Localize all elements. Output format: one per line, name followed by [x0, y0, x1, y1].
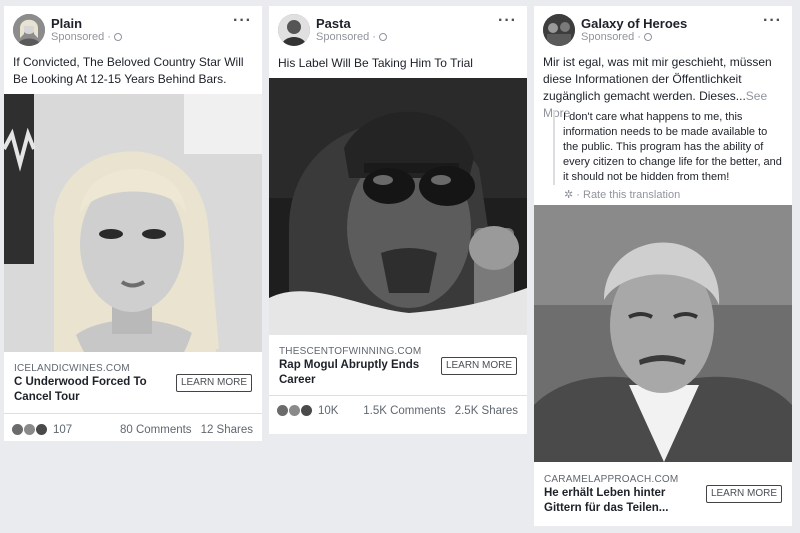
post-text: If Convicted, The Beloved Country Star W… — [13, 55, 244, 86]
divider — [269, 395, 527, 396]
globe-icon — [113, 33, 122, 41]
avatar[interactable] — [13, 14, 45, 46]
comments-count[interactable]: 1.5K Comments — [363, 405, 445, 417]
sad-reaction-icon — [301, 405, 312, 416]
reaction-summary[interactable]: 10K — [277, 405, 338, 417]
globe-icon — [643, 33, 652, 41]
more-options-icon[interactable]: ··· — [233, 13, 252, 29]
link-headline[interactable]: Rap Mogul Abruptly Ends Career — [279, 358, 429, 388]
ad-image[interactable] — [4, 94, 262, 352]
learn-more-button[interactable]: LEARN MORE — [441, 357, 517, 375]
avatar[interactable] — [278, 14, 310, 46]
post-header: Plain Sponsored · ··· — [4, 6, 262, 46]
page-name[interactable]: Galaxy of Heroes — [581, 16, 687, 31]
learn-more-button[interactable]: LEARN MORE — [176, 374, 252, 392]
more-options-icon[interactable]: ··· — [498, 13, 517, 29]
post-header: Pasta Sponsored · ··· — [269, 6, 527, 46]
gear-icon: ✲ — [564, 189, 574, 201]
post-header: Galaxy of Heroes Sponsored · ··· — [534, 6, 792, 46]
reaction-summary[interactable]: 107 — [12, 424, 72, 436]
wow-reaction-icon — [289, 405, 300, 416]
globe-icon — [378, 33, 387, 41]
like-reaction-icon — [277, 405, 288, 416]
ad-card-plain: Plain Sponsored · ··· If Convicted, The … — [4, 6, 262, 441]
wow-reaction-icon — [24, 424, 35, 435]
like-reaction-icon — [12, 424, 23, 435]
ad-card-pasta: Pasta Sponsored · ··· His Label Will Be … — [269, 6, 527, 434]
shares-count[interactable]: 2.5K Shares — [455, 405, 518, 417]
reaction-count: 10K — [318, 405, 339, 417]
sponsored-label: Sponsored · — [316, 31, 387, 43]
sponsored-label: Sponsored · — [51, 31, 122, 43]
engagement-stats: 80 Comments 12 Shares — [120, 424, 253, 436]
link-domain[interactable]: ICELANDICWINES.COM — [14, 363, 130, 374]
rate-translation[interactable]: ✲ · Rate this translation — [564, 188, 680, 201]
divider — [4, 413, 262, 414]
post-text: His Label Will Be Taking Him To Trial — [278, 56, 473, 70]
link-headline[interactable]: He erhält Leben hinter Gittern für das T… — [544, 486, 684, 516]
link-domain[interactable]: THESCENTOFWINNING.COM — [279, 346, 421, 357]
sponsored-label: Sponsored · — [581, 31, 652, 43]
sad-reaction-icon — [36, 424, 47, 435]
page-name[interactable]: Plain — [51, 16, 82, 31]
page-name[interactable]: Pasta — [316, 16, 351, 31]
link-headline[interactable]: C Underwood Forced To Cancel Tour — [14, 375, 164, 405]
ad-image[interactable] — [534, 205, 792, 462]
link-domain[interactable]: CARAMELAPPROACH.COM — [544, 474, 678, 485]
reaction-count: 107 — [53, 424, 73, 436]
shares-count[interactable]: 12 Shares — [201, 424, 253, 436]
avatar[interactable] — [543, 14, 575, 46]
more-options-icon[interactable]: ··· — [763, 13, 782, 29]
ad-image[interactable] — [269, 78, 527, 335]
engagement-stats: 1.5K Comments 2.5K Shares — [363, 405, 518, 417]
learn-more-button[interactable]: LEARN MORE — [706, 485, 782, 503]
ad-card-galaxy-of-heroes: Galaxy of Heroes Sponsored · ··· Mir ist… — [534, 6, 792, 526]
translation-text: I don't care what happens to me, this in… — [553, 110, 784, 185]
comments-count[interactable]: 80 Comments — [120, 424, 192, 436]
